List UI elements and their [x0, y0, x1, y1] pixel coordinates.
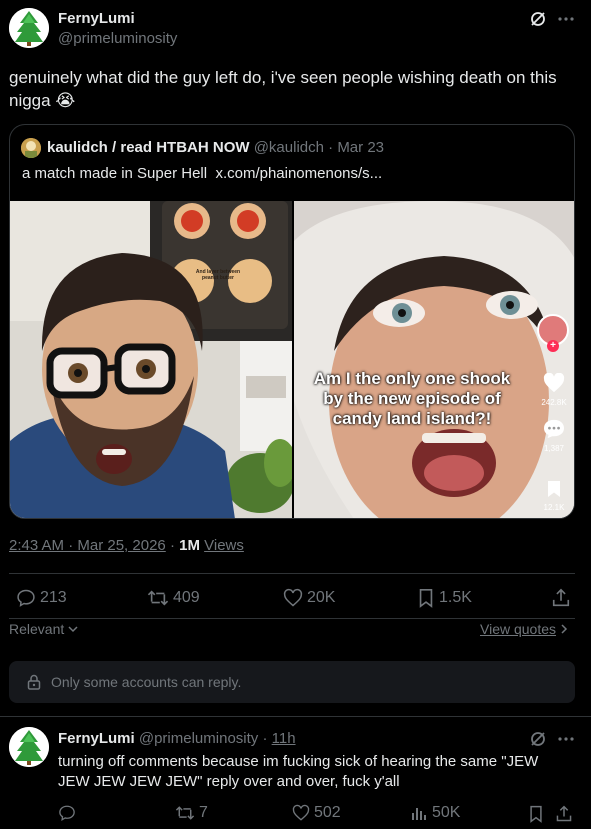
reply-like-button[interactable]: 502 [292, 804, 341, 822]
views-count: 1M [179, 537, 200, 554]
media-gap [292, 201, 294, 518]
bookmark-count: 1.5K [439, 589, 472, 606]
quoted-tweet[interactable]: kaulidch / read HTBAH NOW @kaulidch · Ma… [9, 124, 575, 519]
view-quotes-label: View quotes [480, 621, 557, 637]
reply-like-count: 502 [314, 804, 341, 821]
quote-avatar-icon [21, 138, 41, 158]
like-icon [283, 588, 303, 607]
reply-share-button[interactable] [554, 804, 574, 824]
reply-restriction-text: Only some accounts can reply. [51, 674, 242, 690]
tweet-text: genuinely what did the guy left do, i've… [9, 66, 579, 112]
video-comment-count: 1,387 [543, 444, 565, 453]
reply-header: FernyLumi @primeluminosity · 11h [58, 730, 296, 747]
reply-more-icon [558, 737, 574, 741]
video-save-count: 12.1K [543, 503, 565, 512]
share-button[interactable] [550, 587, 572, 609]
repost-icon [147, 590, 169, 606]
reply-display-name[interactable]: FernyLumi [58, 730, 135, 747]
tweet-body: genuinely what did the guy left do, i've… [9, 68, 557, 110]
more-icon [558, 17, 574, 21]
tweet-meta: 2:43 AM · Mar 25, 2026 · 1M Views [9, 537, 244, 554]
reply-reply-icon [59, 805, 75, 822]
bookmark-icon [419, 589, 433, 608]
divider-bottom [9, 618, 575, 619]
sort-dropdown[interactable]: Relevant [9, 621, 78, 637]
sort-label: Relevant [9, 621, 65, 637]
author-name[interactable]: FernyLumi [58, 10, 135, 28]
quote-date[interactable]: Mar 23 [337, 139, 384, 156]
chevron-down-icon [68, 626, 78, 633]
reply-share-icon [556, 805, 572, 822]
reply-tree-avatar-icon [9, 727, 49, 767]
reply-handle[interactable]: @primeluminosity [139, 730, 258, 747]
reply-repost-count: 7 [199, 804, 208, 821]
views-icon [412, 808, 426, 820]
bookmark-button[interactable]: 1.5K [417, 588, 472, 608]
share-icon [552, 588, 570, 607]
reply-bookmark-button[interactable] [526, 804, 546, 824]
quote-avatar[interactable] [21, 138, 41, 158]
reply-repost-button[interactable]: 7 [175, 804, 208, 822]
quote-media-right[interactable]: Am I the only one shook by the new episo… [294, 201, 574, 518]
like-button[interactable]: 20K [283, 588, 335, 608]
quote-header: kaulidch / read HTBAH NOW @kaulidch · Ma… [47, 139, 384, 156]
creator-avatar[interactable]: + [537, 314, 569, 352]
reply-grok-button[interactable] [528, 729, 548, 749]
video-like[interactable]: 242.8K [534, 372, 574, 407]
follow-plus-icon[interactable]: + [547, 340, 559, 352]
video-saves[interactable]: 12.1K [534, 480, 574, 512]
quote-media-left[interactable]: And layer between peanut butter [10, 201, 292, 518]
reply-repost-icon [175, 806, 195, 820]
reply-grok-icon [531, 732, 545, 746]
reply-sep: · [262, 730, 268, 747]
video-comments[interactable]: 1,387 [534, 419, 574, 453]
video-bookmark-icon [548, 481, 560, 497]
grok-button[interactable] [528, 9, 548, 29]
display-name[interactable]: FernyLumi [58, 10, 135, 27]
reply-reply-button[interactable] [58, 804, 76, 822]
quote-handle[interactable]: @kaulidch [254, 139, 324, 156]
more-button[interactable] [556, 9, 576, 29]
quote-display-name[interactable]: kaulidch / read HTBAH NOW [47, 139, 250, 156]
reply-bookmark-icon [530, 805, 542, 823]
chevron-right-icon [561, 624, 568, 634]
reply-text: turning off comments because im fucking … [58, 753, 539, 790]
author-handle[interactable]: @primeluminosity [58, 30, 177, 47]
section-divider [0, 716, 591, 717]
reply-icon [17, 589, 35, 607]
quote-body: a match made in Super Hell [22, 165, 208, 182]
reply-avatar[interactable] [9, 727, 49, 767]
reply-like-icon [292, 804, 310, 821]
repost-button[interactable]: 409 [147, 588, 200, 608]
author-avatar[interactable] [9, 8, 49, 48]
lock-icon [27, 674, 41, 690]
quote-sep: · [328, 139, 334, 156]
video-like-count: 242.8K [541, 398, 567, 407]
man-surprised-image [10, 201, 292, 518]
meta-dot: · [169, 537, 175, 554]
quote-link[interactable]: x.com/phainomenons/s... [215, 165, 382, 182]
woman-shocked-image [294, 201, 574, 518]
reply-views-count: 50K [432, 804, 461, 821]
like-count: 20K [307, 589, 336, 606]
reply-more-button[interactable] [556, 729, 576, 749]
crying-emoji: 😭 [55, 91, 76, 110]
grok-icon [531, 12, 545, 26]
repost-count: 409 [173, 589, 200, 606]
quote-text: a match made in Super Hell x.com/phainom… [22, 165, 382, 182]
reply-restriction-banner: Only some accounts can reply. [9, 661, 575, 703]
reply-count: 213 [40, 589, 67, 606]
views-label[interactable]: Views [204, 537, 244, 554]
divider-top [9, 573, 575, 574]
comment-bubble-icon [544, 419, 564, 439]
heart-icon [543, 372, 565, 393]
reply-views-button[interactable]: 50K [410, 804, 460, 822]
timestamp-link[interactable]: 2:43 AM · Mar 25, 2026 [9, 537, 166, 554]
tray-label: And layer between peanut butter [195, 269, 241, 281]
video-caption: Am I the only one shook by the new episo… [313, 369, 511, 428]
tree-avatar-icon [9, 8, 49, 48]
reply-button[interactable]: 213 [16, 588, 67, 608]
reply-time[interactable]: 11h [272, 730, 296, 747]
view-quotes-link[interactable]: View quotes [480, 621, 568, 637]
